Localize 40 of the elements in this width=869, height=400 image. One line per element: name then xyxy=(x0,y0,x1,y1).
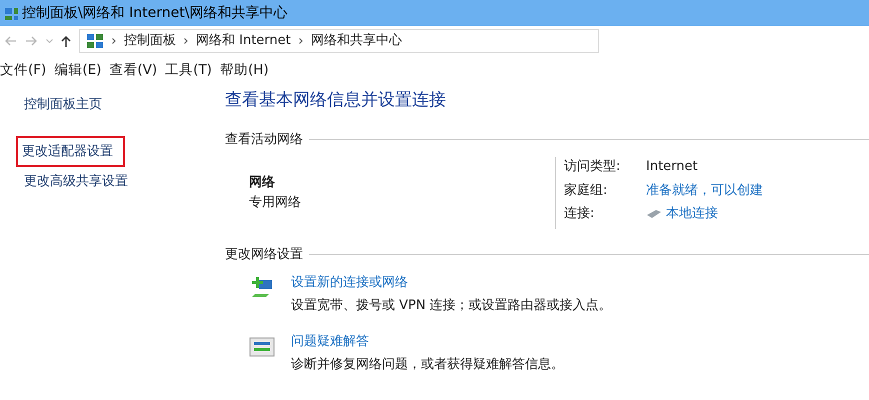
task-link[interactable]: 问题疑难解答 xyxy=(291,332,564,351)
page-heading: 查看基本网络信息并设置连接 xyxy=(225,89,447,112)
ethernet-icon xyxy=(646,208,662,219)
menu-item[interactable]: 查看(V) xyxy=(109,60,158,80)
sidebar-link[interactable]: 更改高级共享设置 xyxy=(24,169,128,194)
back-icon[interactable] xyxy=(4,36,17,46)
address-bar[interactable]: 控制面板 网络和 Internet 网络和共享中心 xyxy=(79,29,599,53)
network-icon xyxy=(86,32,104,50)
menu-item[interactable]: 编辑(E) xyxy=(54,60,102,80)
menu-item[interactable]: 文件(F) xyxy=(0,60,46,80)
property-label: 连接: xyxy=(564,205,596,223)
property-label: 访问类型: xyxy=(564,158,622,176)
window-title: 控制面板\网络和 Internet\网络和共享中心 xyxy=(22,4,288,22)
task-link[interactable]: 设置新的连接或网络 xyxy=(291,272,612,292)
forward-icon[interactable] xyxy=(25,36,38,46)
app-icon xyxy=(4,6,18,20)
breadcrumb[interactable]: 网络和共享中心 xyxy=(310,31,402,51)
sidebar-link[interactable]: 控制面板主页 xyxy=(24,92,102,118)
connection-link[interactable]: 本地连接 xyxy=(666,204,718,224)
menu-item[interactable]: 工具(T) xyxy=(165,60,212,80)
network-category: 专用网络 xyxy=(249,194,302,212)
chevron-icon xyxy=(184,38,188,44)
section-title: 更改网络设置 xyxy=(225,246,303,264)
breadcrumb[interactable]: 控制面板 xyxy=(124,31,176,51)
sidebar-link[interactable]: 更改适配器设置 xyxy=(18,138,123,165)
homegroup-link[interactable]: 准备就绪，可以创建 xyxy=(646,180,763,200)
network-name: 网络 xyxy=(249,174,276,192)
menu-item[interactable]: 帮助(H) xyxy=(220,60,269,80)
network-add-icon xyxy=(249,276,275,298)
task-description: 诊断并修复网络问题，或者获得疑难解答信息。 xyxy=(291,356,564,374)
property-label: 家庭组: xyxy=(564,182,608,200)
troubleshoot-icon xyxy=(249,336,275,358)
task-description: 设置宽带、拨号或 VPN 连接；或设置路由器或接入点。 xyxy=(291,297,612,315)
chevron-icon xyxy=(112,38,116,44)
property-value: Internet xyxy=(646,158,698,176)
up-icon[interactable] xyxy=(61,34,71,48)
breadcrumb[interactable]: 网络和 Internet xyxy=(196,31,291,51)
section-title: 查看活动网络 xyxy=(225,130,303,148)
dropdown-icon[interactable] xyxy=(46,39,53,43)
chevron-icon xyxy=(298,38,303,44)
